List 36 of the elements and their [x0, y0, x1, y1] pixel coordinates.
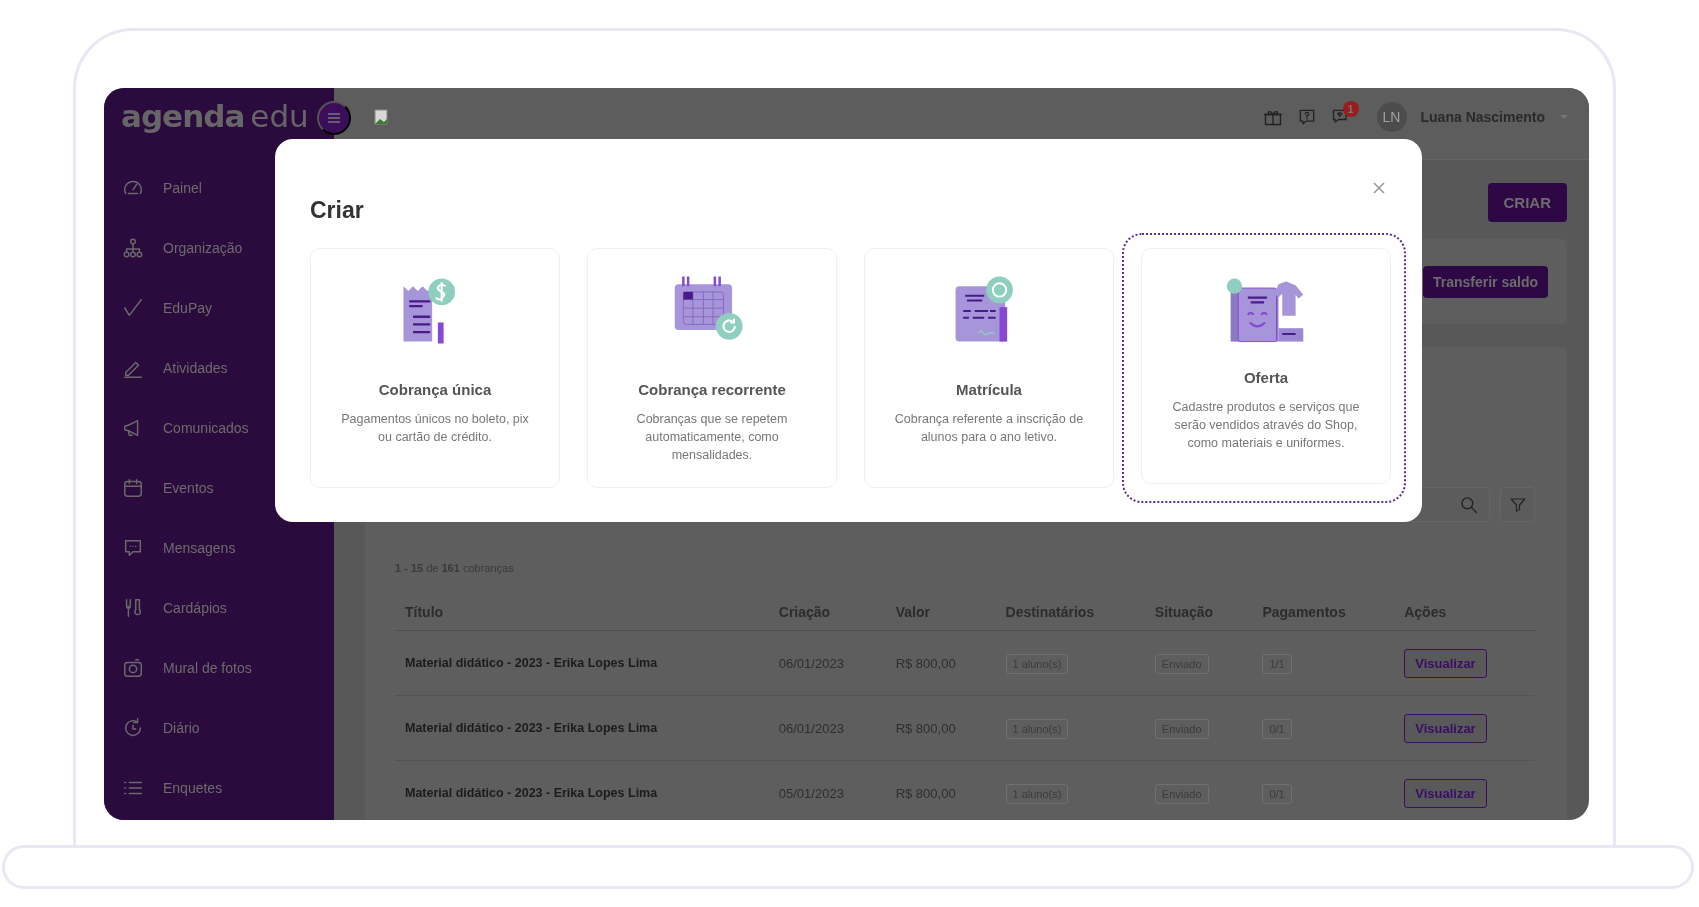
sidebar-item[interactable]: Mural de fotos [104, 638, 334, 698]
table-cell: Material didático - 2023 - Erika Lopes Lima [395, 760, 769, 820]
view-button[interactable]: Visualizar [1404, 648, 1487, 678]
receipt-drawing [403, 278, 456, 344]
calendar-icon [122, 477, 144, 499]
logo-text: agenda [121, 98, 245, 134]
option-card[interactable]: Matrícula Cobrança referente a inscrição de alunos para o ano letivo. [864, 248, 1114, 488]
search-icon [1459, 494, 1479, 515]
filter-icon [1508, 495, 1527, 514]
filter-button[interactable] [1500, 487, 1535, 522]
view-button[interactable]: Visualizar [1404, 778, 1487, 808]
create-button[interactable]: CRIAR [1487, 183, 1567, 222]
table-cell: Material didático - 2023 - Erika Lopes Lima [395, 695, 769, 761]
hierarchy-icon [122, 237, 144, 259]
option-card[interactable]: Cobrança única Pagamentos únicos no boleto, pix ou cartão de crédito. [310, 248, 560, 488]
caret-icon[interactable] [1559, 113, 1569, 120]
close-button[interactable] [1372, 181, 1386, 195]
chat-icon [122, 537, 144, 559]
checkmark-icon [122, 297, 144, 319]
option-card[interactable]: Cobrança recorrente Cobranças que se repetem automaticamente, como mensalidades. [587, 248, 837, 488]
sidebar-item[interactable]: Diário [104, 698, 334, 758]
sidebar-item[interactable]: Mensagens [104, 518, 334, 578]
calendar-drawing [674, 275, 743, 340]
logo-text: edu [250, 98, 309, 134]
view-button[interactable]: Visualizar [1404, 713, 1487, 743]
sidebar-item[interactable]: Cardápios [104, 578, 334, 638]
notification-badge: 1 [1342, 100, 1359, 117]
broken-image-icon [374, 108, 390, 125]
avatar[interactable]: LN [1376, 101, 1407, 132]
camera-icon [122, 657, 144, 679]
menu-icon [327, 112, 341, 124]
transfer-button[interactable]: Transferir saldo [1422, 265, 1548, 298]
document-drawing [955, 276, 1013, 342]
table-cell: Material didático - 2023 - Erika Lopes Lima [395, 630, 769, 696]
sidebar-item[interactable]: Enquetes [104, 758, 334, 818]
refresh-icon [122, 717, 144, 739]
